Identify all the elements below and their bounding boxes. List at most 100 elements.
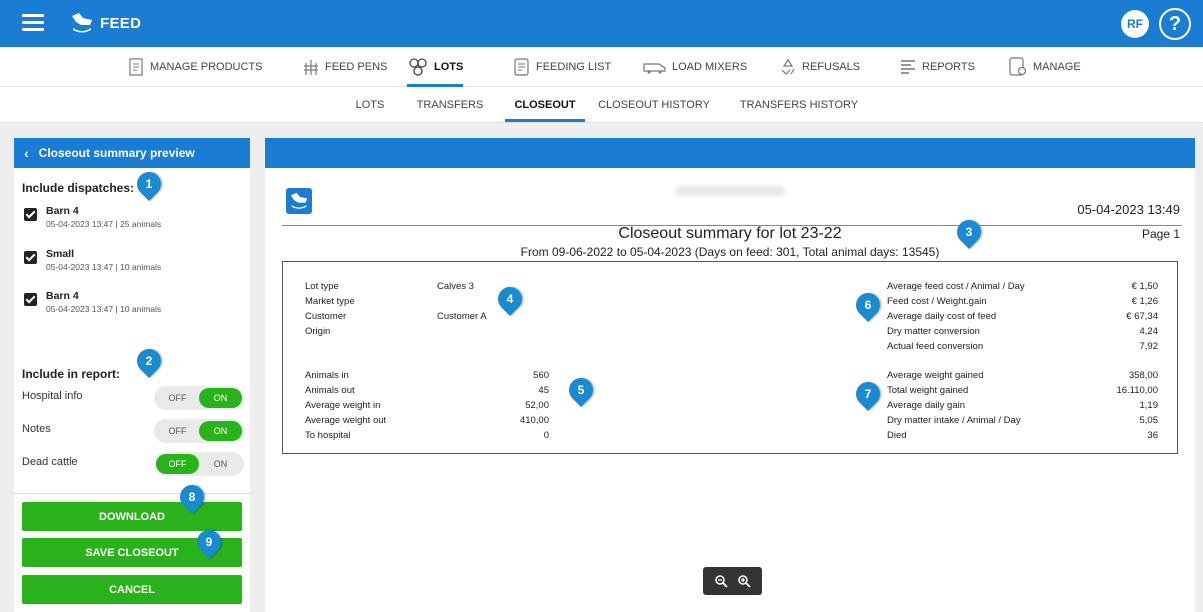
dispatch-item[interactable]: Small 05-04-2023 13:47 | 10 animals	[22, 248, 242, 276]
avg-weight-in-value: 52,00	[525, 400, 549, 411]
subtab-transfers-history[interactable]: TRANSFERS HISTORY	[735, 88, 863, 122]
top-app-bar: FEED RF ?	[0, 0, 1203, 47]
callout-marker-4: 4	[493, 282, 527, 316]
zoom-in-icon[interactable]	[737, 574, 751, 588]
toggle-on[interactable]: ON	[199, 421, 242, 441]
dm-conversion-label: Dry matter conversion	[887, 326, 980, 337]
main-nav: MANAGE PRODUCTS FEED PENS LOTS FEEDING L…	[0, 47, 1203, 87]
nav-manage[interactable]: MANAGE	[1008, 47, 1081, 87]
company-logo-icon	[286, 188, 312, 214]
help-icon[interactable]: ?	[1159, 8, 1191, 40]
avg-daily-gain-value: 1,19	[1139, 400, 1159, 411]
option-label: Dead cattle	[22, 456, 78, 468]
checkbox[interactable]	[24, 293, 37, 306]
toggle-on[interactable]: ON	[199, 454, 242, 474]
divider	[14, 493, 250, 494]
actual-feed-conversion-value: 7,92	[1139, 341, 1159, 352]
checkbox[interactable]	[24, 208, 37, 221]
nav-manage-products[interactable]: MANAGE PRODUCTS	[127, 47, 262, 87]
notes-toggle[interactable]: OFF ON	[154, 419, 244, 443]
nav-label: LOAD MIXERS	[672, 61, 748, 73]
recycle-icon	[781, 58, 795, 75]
chevron-left-icon[interactable]: ‹	[24, 145, 29, 161]
preview-header	[265, 138, 1195, 168]
nav-label: REFUSALS	[802, 61, 861, 73]
market-type-label: Market type	[305, 296, 355, 307]
total-weight-gained-value: 16.110,00	[1116, 385, 1158, 396]
checkbox[interactable]	[24, 251, 37, 264]
feed-cost-weight-gain-label: Feed cost / Weight.gain	[887, 296, 987, 307]
avg-daily-cost-value: € 67,34	[1126, 311, 1158, 322]
avg-weight-out-label: Average weight out	[305, 415, 387, 426]
callout-marker-3: 3	[952, 215, 986, 249]
blurred-company-name	[675, 186, 785, 196]
dispatch-item[interactable]: Barn 4 05-04-2023 13:47 | 10 animals	[22, 290, 242, 318]
sub-nav: LOTS TRANSFERS CLOSEOUT CLOSEOUT HISTORY…	[0, 88, 1203, 122]
subtab-lots[interactable]: LOTS	[350, 88, 390, 122]
app-logo-icon	[70, 12, 94, 39]
nav-label: FEED PENS	[325, 61, 388, 73]
toggle-on[interactable]: ON	[199, 388, 242, 408]
report-options-heading: Include in report:	[22, 367, 121, 381]
feed-cost-weight-gain-value: € 1,26	[1131, 296, 1158, 307]
nav-lots[interactable]: LOTS	[407, 47, 464, 87]
subtab-closeout-history[interactable]: CLOSEOUT HISTORY	[598, 88, 710, 122]
nav-reports[interactable]: REPORTS	[899, 47, 975, 87]
origin-label: Origin	[305, 326, 331, 337]
animals-in-label: Animals in	[305, 370, 349, 381]
cancel-button[interactable]: CANCEL	[22, 575, 242, 604]
callout-marker-6: 6	[851, 288, 885, 322]
callout-marker-1: 1	[132, 167, 166, 201]
panel-title: Closeout summary preview	[38, 146, 195, 160]
option-notes: Notes OFF ON	[22, 419, 244, 443]
callout-marker-5: 5	[564, 373, 598, 407]
dispatch-detail: 05-04-2023 13:47 | 10 animals	[46, 262, 162, 272]
nav-load-mixers[interactable]: LOAD MIXERS	[643, 47, 747, 87]
dispatches-heading: Include dispatches:	[22, 181, 135, 195]
nav-label: FEEDING LIST	[536, 61, 612, 73]
avg-daily-cost-label: Average daily cost of feed	[887, 311, 997, 322]
list-icon	[514, 58, 529, 76]
avg-daily-gain-label: Average daily gain	[887, 400, 965, 411]
report-title: Closeout summary for lot 23-22	[618, 225, 842, 242]
actual-feed-conversion-label: Actual feed conversion	[887, 341, 984, 352]
avg-feed-cost-value: € 1,50	[1131, 281, 1158, 292]
dispatch-detail: 05-04-2023 13:47 | 25 animals	[46, 219, 162, 229]
dispatch-detail: 05-04-2023 13:47 | 10 animals	[46, 304, 162, 314]
animals-out-label: Animals out	[305, 385, 355, 396]
products-icon	[129, 58, 143, 76]
user-avatar[interactable]: RF	[1121, 10, 1149, 38]
callout-marker-2: 2	[132, 344, 166, 378]
toggle-off[interactable]: OFF	[156, 388, 199, 408]
zoom-out-icon[interactable]	[714, 574, 728, 588]
customer-value: Customer A	[437, 311, 487, 322]
nav-label: MANAGE	[1033, 61, 1081, 73]
dm-conversion-value: 4,24	[1139, 326, 1159, 337]
to-hospital-value: 0	[543, 430, 549, 441]
animals-out-value: 45	[538, 385, 549, 396]
toggle-off[interactable]: OFF	[156, 454, 199, 474]
dispatch-name: Small	[46, 248, 75, 260]
nav-feeding-list[interactable]: FEEDING LIST	[513, 47, 611, 87]
download-button[interactable]: DOWNLOAD	[22, 502, 242, 531]
died-value: 36	[1147, 430, 1158, 441]
menu-icon[interactable]	[22, 14, 44, 32]
nav-refusals[interactable]: REFUSALS	[779, 47, 860, 87]
manage-icon	[1009, 57, 1027, 76]
avg-weight-out-value: 410,00	[519, 415, 549, 426]
toggle-off[interactable]: OFF	[156, 421, 199, 441]
mixer-icon	[643, 63, 666, 74]
subtab-transfers[interactable]: TRANSFERS	[410, 88, 490, 122]
nav-label: MANAGE PRODUCTS	[150, 61, 263, 73]
summary-box: Lot type Market type Customer Origin Cal…	[282, 261, 1178, 454]
pen-icon	[304, 60, 318, 75]
nav-feed-pens[interactable]: FEED PENS	[302, 47, 387, 87]
subtab-closeout[interactable]: CLOSEOUT	[505, 88, 585, 122]
panel-header[interactable]: ‹ Closeout summary preview	[14, 138, 250, 168]
callout-marker-7: 7	[851, 377, 885, 411]
page-number: Page 1	[1141, 227, 1180, 241]
dead-cattle-toggle[interactable]: OFF ON	[154, 452, 244, 476]
dm-intake-label: Dry matter intake / Animal / Day	[887, 415, 1021, 426]
hospital-info-toggle[interactable]: OFF ON	[154, 386, 244, 410]
dispatch-item[interactable]: Barn 4 05-04-2023 13:47 | 25 animals	[22, 205, 242, 233]
